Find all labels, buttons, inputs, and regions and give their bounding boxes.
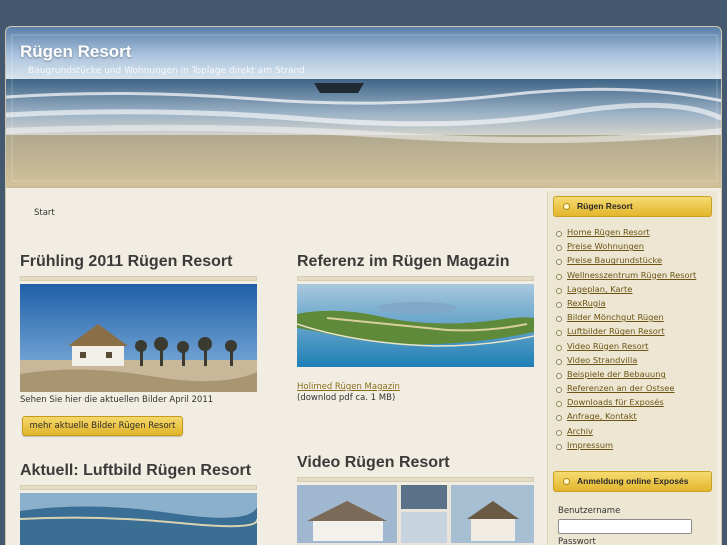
spring-house-photo[interactable] xyxy=(20,284,257,392)
post-title[interactable]: Video Rügen Resort xyxy=(297,454,534,472)
sidebar-item-downloads[interactable]: Downloads für Exposés xyxy=(556,397,696,411)
sidebar-item-impressum[interactable]: Impressum xyxy=(556,440,696,454)
aerial-island-photo[interactable] xyxy=(297,284,534,367)
sidebar-item-video-resort[interactable]: Video Rügen Resort xyxy=(556,341,696,355)
video-collage-thumbnail[interactable] xyxy=(297,485,534,545)
username-label: Benutzername xyxy=(558,506,621,516)
breadcrumb[interactable]: Start xyxy=(34,208,55,218)
post-title[interactable]: Aktuell: Luftbild Rügen Resort xyxy=(20,462,257,480)
widget-header-ruegen-resort: Rügen Resort xyxy=(553,196,712,217)
pdf-size-note: (downlod pdf ca. 1 MB) xyxy=(297,393,396,403)
bullet-icon xyxy=(563,203,570,210)
sidebar-item-lageplan[interactable]: Lageplan, Karte xyxy=(556,284,696,298)
more-photos-button[interactable]: mehr aktuelle Bilder Rügen Resort xyxy=(22,416,183,436)
page-frame: Rügen Resort Baugrundstücke und Wohnunge… xyxy=(5,26,722,545)
post-magazine-reference: Referenz im Rügen Magazin Holimed Rügen … xyxy=(297,253,534,404)
sidebar-item-archiv[interactable]: Archiv xyxy=(556,426,696,440)
sidebar-item-referenzen[interactable]: Referenzen an der Ostsee xyxy=(556,383,696,397)
boat xyxy=(314,83,364,93)
divider xyxy=(297,477,534,482)
divider xyxy=(20,485,257,490)
sidebar-item-rexrugia[interactable]: RexRugia xyxy=(556,298,696,312)
post-title[interactable]: Frühling 2011 Rügen Resort xyxy=(20,253,257,271)
post-title[interactable]: Referenz im Rügen Magazin xyxy=(297,253,534,271)
post-spring-2011: Frühling 2011 Rügen Resort Sehen Sie hie… xyxy=(20,253,257,406)
site-title[interactable]: Rügen Resort xyxy=(20,42,131,62)
post-aerial-photo: Aktuell: Luftbild Rügen Resort xyxy=(20,462,257,545)
bullet-icon xyxy=(563,478,570,485)
sidebar: Rügen Resort Home Rügen Resort Preise Wo… xyxy=(547,191,717,545)
password-label: Passwort xyxy=(558,537,596,545)
site-tagline: Baugrundstücke und Wohnungen in Toplage … xyxy=(28,66,305,76)
sidebar-item-home[interactable]: Home Rügen Resort xyxy=(556,227,696,241)
sidebar-item-beispiele-bebauung[interactable]: Beispiele der Bebauung xyxy=(556,369,696,383)
sidebar-item-preise-baugrundstuecke[interactable]: Preise Baugrundstücke xyxy=(556,255,696,269)
widget-title: Rügen Resort xyxy=(577,201,633,211)
sidebar-menu: Home Rügen Resort Preise Wohnungen Preis… xyxy=(556,227,696,454)
sidebar-item-wellnesszentrum[interactable]: Wellnesszentrum Rügen Resort xyxy=(556,270,696,284)
sidebar-item-bilder-moenchgut[interactable]: Bilder Mönchgut Rügen xyxy=(556,312,696,326)
header-banner: Rügen Resort Baugrundstücke und Wohnunge… xyxy=(6,27,721,188)
sidebar-item-video-strandvilla[interactable]: Video Strandvilla xyxy=(556,355,696,369)
divider xyxy=(297,276,534,281)
post-caption: Sehen Sie hier die aktuellen Bilder Apri… xyxy=(20,395,214,405)
sidebar-item-luftbilder[interactable]: Luftbilder Rügen Resort xyxy=(556,326,696,340)
post-video: Video Rügen Resort xyxy=(297,454,534,545)
widget-header-login: Anmeldung online Exposés xyxy=(553,471,712,492)
aerial-photo-thumbnail[interactable] xyxy=(20,493,257,545)
sidebar-item-anfrage-kontakt[interactable]: Anfrage, Kontakt xyxy=(556,411,696,425)
username-input[interactable] xyxy=(558,519,692,534)
widget-title: Anmeldung online Exposés xyxy=(577,476,689,486)
sidebar-item-preise-wohnungen[interactable]: Preise Wohnungen xyxy=(556,241,696,255)
divider xyxy=(20,276,257,281)
magazine-pdf-link[interactable]: Holimed Rügen Magazin xyxy=(297,382,534,392)
